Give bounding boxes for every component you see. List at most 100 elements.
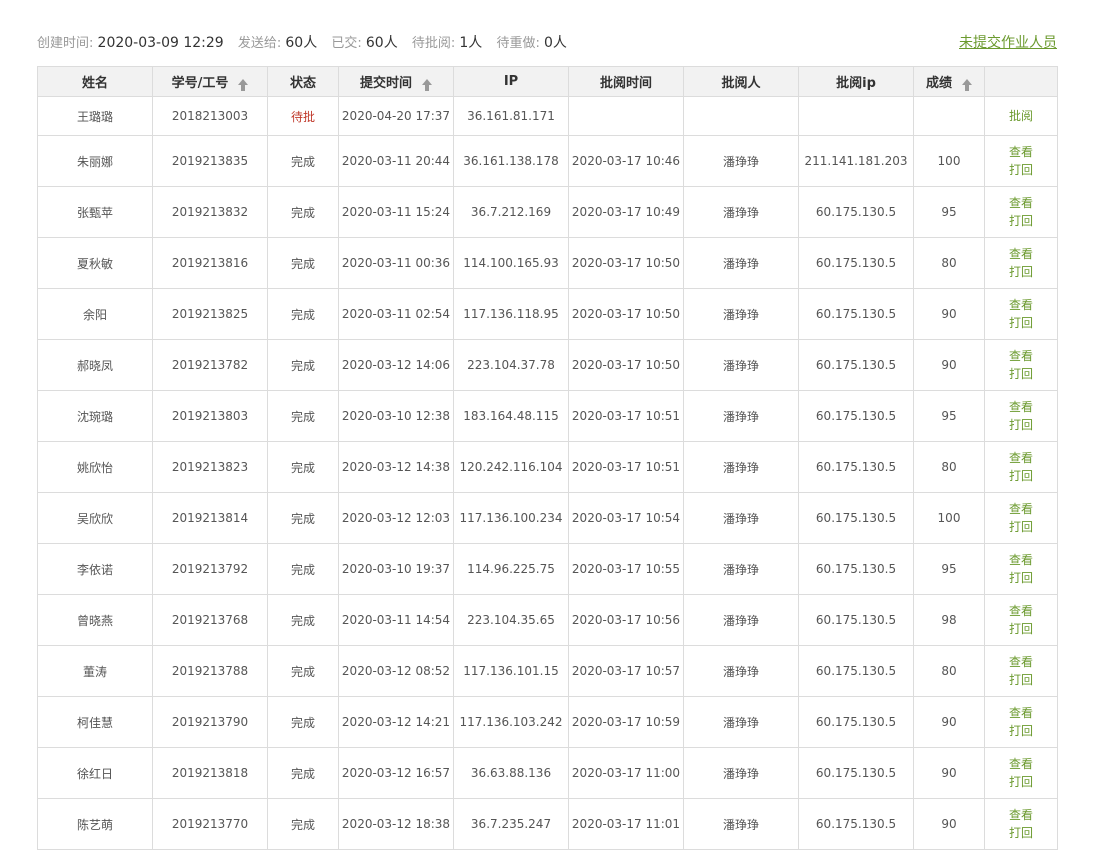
table-row: 沈琬璐 2019213803 完成 2020-03-10 12:38 183.1… [37, 390, 1058, 442]
cell-review-time: 2020-03-17 10:57 [568, 645, 684, 697]
cell-score: 80 [913, 645, 985, 697]
cell-reviewer: 潘琤琤 [683, 543, 799, 595]
cell-reviewer: 潘琤琤 [683, 645, 799, 697]
view-link[interactable]: 查看 [986, 602, 1057, 620]
sort-up-icon[interactable] [962, 78, 972, 91]
view-link[interactable]: 查看 [986, 449, 1057, 467]
cell-submit-time: 2020-03-12 14:21 [338, 696, 454, 748]
return-link[interactable]: 打回 [986, 722, 1057, 740]
cell-id: 2019213788 [152, 645, 268, 697]
view-link[interactable]: 查看 [986, 551, 1057, 569]
cell-name: 董涛 [37, 645, 153, 697]
cell-id: 2019213835 [152, 135, 268, 187]
cell-reviewer: 潘琤琤 [683, 747, 799, 799]
return-link[interactable]: 打回 [986, 467, 1057, 485]
table-row: 夏秋敏 2019213816 完成 2020-03-11 00:36 114.1… [37, 237, 1058, 289]
cell-reviewer: 潘琤琤 [683, 135, 799, 187]
table-row: 柯佳慧 2019213790 完成 2020-03-12 14:21 117.1… [37, 696, 1058, 748]
cell-id: 2019213803 [152, 390, 268, 442]
cell-id: 2018213003 [152, 96, 268, 136]
cell-actions: 查看 打回 [984, 798, 1058, 850]
cell-ip: 117.136.101.15 [453, 645, 569, 697]
cell-reviewer: 潘琤琤 [683, 390, 799, 442]
view-link[interactable]: 查看 [986, 296, 1057, 314]
view-link[interactable]: 查看 [986, 347, 1057, 365]
return-link[interactable]: 打回 [986, 263, 1057, 281]
cell-name: 吴欣欣 [37, 492, 153, 544]
return-link[interactable]: 打回 [986, 161, 1057, 179]
col-score-header[interactable]: 成绩 [913, 66, 985, 97]
cell-name: 姚欣怡 [37, 441, 153, 493]
table-row: 郝晓凤 2019213782 完成 2020-03-12 14:06 223.1… [37, 339, 1058, 391]
return-link[interactable]: 打回 [986, 365, 1057, 383]
cell-score: 80 [913, 441, 985, 493]
cell-status: 完成 [267, 237, 339, 289]
cell-actions: 查看 打回 [984, 543, 1058, 595]
return-link[interactable]: 打回 [986, 569, 1057, 587]
return-link[interactable]: 打回 [986, 314, 1057, 332]
cell-score: 80 [913, 237, 985, 289]
cell-review-ip: 60.175.130.5 [798, 288, 914, 340]
cell-review-time: 2020-03-17 10:54 [568, 492, 684, 544]
return-link[interactable]: 打回 [986, 416, 1057, 434]
return-link[interactable]: 打回 [986, 212, 1057, 230]
cell-reviewer: 潘琤琤 [683, 798, 799, 850]
cell-actions: 查看 打回 [984, 339, 1058, 391]
cell-review-ip: 60.175.130.5 [798, 594, 914, 646]
return-link[interactable]: 打回 [986, 620, 1057, 638]
cell-submit-time: 2020-03-12 08:52 [338, 645, 454, 697]
cell-id: 2019213768 [152, 594, 268, 646]
cell-ip: 117.136.100.234 [453, 492, 569, 544]
view-link[interactable]: 查看 [986, 398, 1057, 416]
col-id-header[interactable]: 学号/工号 [152, 66, 268, 97]
cell-ip: 117.136.103.242 [453, 696, 569, 748]
cell-score: 90 [913, 339, 985, 391]
cell-reviewer: 潘琤琤 [683, 696, 799, 748]
cell-review-ip: 211.141.181.203 [798, 135, 914, 187]
cell-name: 郝晓凤 [37, 339, 153, 391]
cell-review-ip: 60.175.130.5 [798, 747, 914, 799]
view-link[interactable]: 查看 [986, 194, 1057, 212]
view-link[interactable]: 查看 [986, 245, 1057, 263]
cell-id: 2019213792 [152, 543, 268, 595]
cell-review-ip: 60.175.130.5 [798, 237, 914, 289]
review-link[interactable]: 批阅 [986, 107, 1057, 125]
cell-actions: 查看 打回 [984, 645, 1058, 697]
cell-status: 完成 [267, 696, 339, 748]
view-link[interactable]: 查看 [986, 653, 1057, 671]
return-link[interactable]: 打回 [986, 671, 1057, 689]
cell-review-time: 2020-03-17 11:00 [568, 747, 684, 799]
view-link[interactable]: 查看 [986, 806, 1057, 824]
cell-status: 完成 [267, 135, 339, 187]
cell-name: 曾晓燕 [37, 594, 153, 646]
cell-submit-time: 2020-03-12 14:06 [338, 339, 454, 391]
cell-name: 朱丽娜 [37, 135, 153, 187]
sent-value: 60人 [285, 35, 318, 51]
cell-review-time: 2020-03-17 10:56 [568, 594, 684, 646]
created-value: 2020-03-09 12:29 [97, 35, 224, 51]
view-link[interactable]: 查看 [986, 500, 1057, 518]
cell-ip: 223.104.37.78 [453, 339, 569, 391]
sort-up-icon[interactable] [422, 78, 432, 91]
cell-id: 2019213782 [152, 339, 268, 391]
col-submit-time-header[interactable]: 提交时间 [338, 66, 454, 97]
cell-name: 李依诺 [37, 543, 153, 595]
cell-submit-time: 2020-03-12 18:38 [338, 798, 454, 850]
view-link[interactable]: 查看 [986, 143, 1057, 161]
return-link[interactable]: 打回 [986, 773, 1057, 791]
cell-review-time: 2020-03-17 10:50 [568, 339, 684, 391]
sort-up-icon[interactable] [238, 78, 249, 91]
unsubmitted-members-link[interactable]: 未提交作业人员 [959, 33, 1057, 53]
cell-review-time: 2020-03-17 10:50 [568, 288, 684, 340]
submitted-value: 60人 [365, 35, 398, 51]
return-link[interactable]: 打回 [986, 518, 1057, 536]
view-link[interactable]: 查看 [986, 755, 1057, 773]
pending-value: 1人 [459, 35, 483, 51]
cell-actions: 查看 打回 [984, 696, 1058, 748]
col-actions-header [984, 66, 1058, 97]
cell-ip: 223.104.35.65 [453, 594, 569, 646]
return-link[interactable]: 打回 [986, 824, 1057, 842]
cell-score: 90 [913, 798, 985, 850]
cell-name: 沈琬璐 [37, 390, 153, 442]
view-link[interactable]: 查看 [986, 704, 1057, 722]
